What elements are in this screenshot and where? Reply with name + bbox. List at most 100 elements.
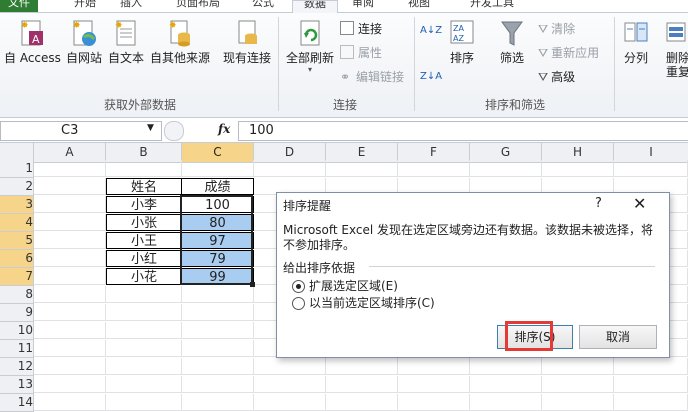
row-header[interactable]: 2 [0, 178, 34, 196]
table-cell-score-active[interactable]: 100 [181, 196, 254, 213]
grid-cell[interactable] [326, 160, 398, 177]
grid-cell[interactable] [182, 358, 254, 375]
fx-icon[interactable]: fx [218, 122, 230, 136]
table-cell-score[interactable]: 80 [181, 214, 254, 231]
table-header-score[interactable]: 成绩 [181, 178, 254, 195]
row-header[interactable]: 4 [0, 214, 34, 232]
grid-cell[interactable] [614, 376, 688, 393]
row-header[interactable]: 5 [0, 232, 34, 250]
name-box[interactable]: C3 ▼ [0, 121, 162, 141]
table-cell-name[interactable]: 小花 [106, 268, 182, 285]
table-cell-name[interactable]: 小红 [106, 250, 182, 267]
grid-cell[interactable] [34, 196, 106, 213]
grid-cell[interactable] [182, 376, 254, 393]
grid-cell[interactable] [614, 394, 688, 411]
grid-cell[interactable] [106, 358, 182, 375]
grid-cell[interactable] [398, 160, 470, 177]
table-cell-score[interactable]: 79 [181, 250, 254, 267]
grid-cell[interactable] [326, 376, 398, 393]
grid-cell[interactable] [470, 358, 542, 375]
grid-cell[interactable] [470, 376, 542, 393]
existing-connections-button[interactable]: 现有连接 [220, 19, 274, 65]
grid-cell[interactable] [470, 160, 542, 177]
grid-cell[interactable] [106, 394, 182, 411]
row-header[interactable]: 13 [0, 376, 34, 394]
row-header[interactable]: 1 [0, 160, 34, 178]
grid-cell[interactable] [470, 394, 542, 411]
grid-cell[interactable] [34, 250, 106, 267]
row-header[interactable]: 8 [0, 286, 34, 304]
grid-cell[interactable] [542, 358, 614, 375]
grid-cell[interactable] [34, 394, 106, 411]
tab-insert[interactable]: 插入 [120, 0, 142, 12]
grid-cell[interactable] [106, 160, 182, 177]
cancel-button[interactable]: 取消 [579, 325, 657, 349]
table-cell-score[interactable]: 99 [181, 268, 254, 285]
sort-ascending-button[interactable]: A↓Z [420, 25, 442, 36]
grid-cell[interactable] [254, 394, 326, 411]
tab-data[interactable]: 数据 [292, 0, 338, 14]
tab-file[interactable]: 文件 [0, 0, 38, 12]
row-header[interactable]: 6 [0, 250, 34, 268]
radio-current-label[interactable]: 以当前选定区域排序(C) [309, 294, 435, 311]
grid-cell[interactable] [398, 394, 470, 411]
close-icon[interactable]: ✕ [633, 194, 646, 213]
grid-cell[interactable] [106, 340, 182, 357]
grid-cell[interactable] [34, 286, 106, 303]
filter-button[interactable]: 筛选 [494, 19, 530, 65]
help-icon[interactable]: ? [595, 196, 602, 211]
row-header[interactable]: 12 [0, 358, 34, 376]
row-header[interactable]: 7 [0, 268, 34, 286]
edit-links-button[interactable]: ⚭ 编辑链接 [340, 69, 404, 85]
grid-cell[interactable] [106, 286, 182, 303]
grid-cell[interactable] [398, 376, 470, 393]
refresh-all-button[interactable]: 全部刷新 ▾ [284, 19, 336, 75]
grid-cell[interactable] [34, 232, 106, 249]
grid-cell[interactable] [182, 286, 254, 303]
grid-cell[interactable] [326, 394, 398, 411]
grid-cell[interactable] [182, 340, 254, 357]
grid-cell[interactable] [542, 394, 614, 411]
radio-expand-selection[interactable] [292, 280, 305, 293]
advanced-button[interactable]: ⛛ 高级 [538, 69, 575, 85]
from-access-button[interactable]: A ✸ 自 Access [4, 19, 61, 65]
grid-cell[interactable] [34, 214, 106, 231]
row-header[interactable]: 10 [0, 322, 34, 340]
radio-current-selection[interactable] [292, 297, 305, 310]
grid-cell[interactable] [182, 160, 254, 177]
grid-cell[interactable] [34, 160, 106, 177]
grid-cell[interactable] [34, 304, 106, 321]
formula-input[interactable]: 100 [238, 121, 688, 141]
tab-view[interactable]: 视图 [408, 0, 430, 12]
grid-cell[interactable] [106, 304, 182, 321]
grid-cell[interactable] [182, 304, 254, 321]
grid-cell[interactable] [106, 322, 182, 339]
table-cell-name[interactable]: 小张 [106, 214, 182, 231]
grid-cell[interactable] [254, 358, 326, 375]
tab-review[interactable]: 审阅 [352, 0, 374, 12]
text-to-columns-button[interactable]: 分列 [618, 19, 654, 65]
grid-cell[interactable] [34, 340, 106, 357]
grid-cell[interactable] [106, 376, 182, 393]
row-header[interactable]: 9 [0, 304, 34, 322]
grid-cell[interactable] [182, 322, 254, 339]
formula-bar-splitter[interactable] [164, 121, 184, 141]
tab-developer[interactable]: 开发工具 [470, 0, 514, 12]
grid-cell[interactable] [254, 376, 326, 393]
tab-home[interactable]: 开始 [74, 0, 96, 12]
grid-cell[interactable] [614, 160, 688, 177]
grid-cell[interactable] [34, 268, 106, 285]
grid-cell[interactable] [34, 376, 106, 393]
grid-cell[interactable] [254, 160, 326, 177]
sort-descending-button[interactable]: Z↓A [420, 71, 442, 82]
row-header[interactable]: 11 [0, 340, 34, 358]
table-cell-name[interactable]: 小李 [106, 196, 182, 213]
connections-button[interactable]: 连接 [340, 21, 382, 37]
row-header[interactable]: 3 [0, 196, 34, 214]
properties-button[interactable]: 属性 [340, 45, 382, 61]
clear-button[interactable]: ⛛ 清除 [538, 21, 575, 37]
table-cell-score[interactable]: 97 [181, 232, 254, 249]
grid-cell[interactable] [542, 376, 614, 393]
grid-cell[interactable] [542, 160, 614, 177]
reapply-button[interactable]: ⛛ 重新应用 [538, 45, 599, 61]
